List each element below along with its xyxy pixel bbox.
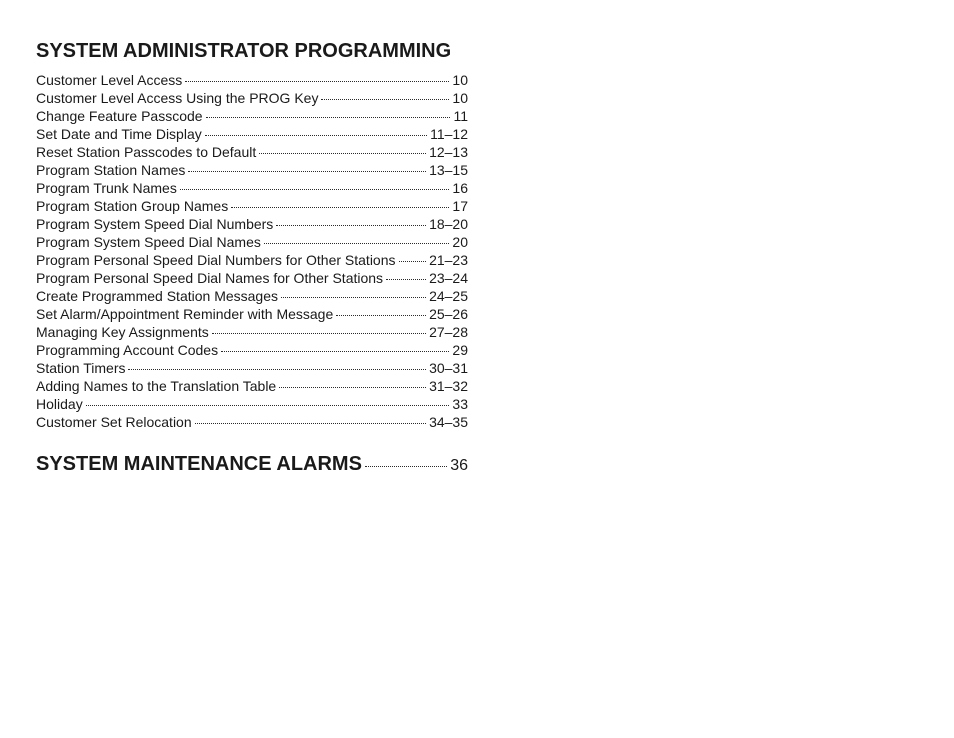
toc-title: Managing Key Assignments bbox=[36, 323, 209, 341]
toc-section: SYSTEM MAINTENANCE ALARMS 36 bbox=[36, 453, 918, 476]
section-heading: SYSTEM MAINTENANCE ALARMS bbox=[36, 453, 362, 476]
toc-leader bbox=[212, 333, 426, 334]
toc-title: Reset Station Passcodes to Default bbox=[36, 143, 256, 161]
toc-page: 34–35 bbox=[429, 413, 468, 431]
toc-title: Adding Names to the Translation Table bbox=[36, 377, 276, 395]
toc-page: 16 bbox=[452, 179, 468, 197]
toc-entry: Adding Names to the Translation Table 31… bbox=[36, 377, 468, 395]
toc-entry: Program Station Group Names 17 bbox=[36, 197, 468, 215]
toc-leader bbox=[279, 387, 426, 388]
toc-entry: Program Personal Speed Dial Numbers for … bbox=[36, 251, 468, 269]
toc-title: Program Station Names bbox=[36, 161, 185, 179]
toc-entry: Customer Level Access 10 bbox=[36, 71, 468, 89]
toc-entry: Set Date and Time Display 11–12 bbox=[36, 125, 468, 143]
toc-page: 33 bbox=[452, 395, 468, 413]
toc-page: 12–13 bbox=[429, 143, 468, 161]
toc-page: 20 bbox=[452, 233, 468, 251]
toc-page: 11 bbox=[453, 107, 468, 125]
toc-title: Program Personal Speed Dial Numbers for … bbox=[36, 251, 396, 269]
toc-page: 36 bbox=[450, 457, 468, 475]
toc-leader bbox=[128, 369, 426, 370]
toc-page: 21–23 bbox=[429, 251, 468, 269]
toc-title: Holiday bbox=[36, 395, 83, 413]
toc-leader bbox=[264, 243, 450, 244]
toc-section: SYSTEM ADMINISTRATOR PROGRAMMING Custome… bbox=[36, 40, 918, 431]
toc-leader bbox=[321, 99, 449, 100]
toc-title: Customer Level Access bbox=[36, 71, 182, 89]
toc-title: Set Alarm/Appointment Reminder with Mess… bbox=[36, 305, 333, 323]
toc-leader bbox=[231, 207, 449, 208]
toc-leader bbox=[336, 315, 426, 316]
toc-page: 30–31 bbox=[429, 359, 468, 377]
toc-page: 25–26 bbox=[429, 305, 468, 323]
toc-title: Customer Level Access Using the PROG Key bbox=[36, 89, 318, 107]
toc-entry: Customer Level Access Using the PROG Key… bbox=[36, 89, 468, 107]
toc-page: 10 bbox=[452, 71, 468, 89]
toc-leader bbox=[205, 135, 427, 136]
toc-entry: Program Trunk Names 16 bbox=[36, 179, 468, 197]
toc-leader bbox=[188, 171, 426, 172]
toc-title: Program System Speed Dial Numbers bbox=[36, 215, 273, 233]
toc-leader bbox=[180, 189, 450, 190]
toc-entry: Reset Station Passcodes to Default 12–13 bbox=[36, 143, 468, 161]
toc-entry: Customer Set Relocation 34–35 bbox=[36, 413, 468, 431]
toc-leader bbox=[386, 279, 426, 280]
toc-leader bbox=[276, 225, 426, 226]
toc-page: 17 bbox=[452, 197, 468, 215]
toc-title: Program Trunk Names bbox=[36, 179, 177, 197]
toc-title: Program Personal Speed Dial Names for Ot… bbox=[36, 269, 383, 287]
toc-page: 13–15 bbox=[429, 161, 468, 179]
toc-title: Program Station Group Names bbox=[36, 197, 228, 215]
toc-leader bbox=[281, 297, 426, 298]
toc-leader bbox=[259, 153, 426, 154]
toc-entry: Change Feature Passcode 11 bbox=[36, 107, 468, 125]
toc-leader bbox=[399, 261, 427, 262]
toc-page: SYSTEM ADMINISTRATOR PROGRAMMING Custome… bbox=[0, 0, 954, 534]
toc-entry: Program Station Names 13–15 bbox=[36, 161, 468, 179]
toc-leader bbox=[221, 351, 449, 352]
toc-page: 18–20 bbox=[429, 215, 468, 233]
toc-title: Customer Set Relocation bbox=[36, 413, 192, 431]
toc-entry: Create Programmed Station Messages 24–25 bbox=[36, 287, 468, 305]
toc-page: 23–24 bbox=[429, 269, 468, 287]
toc-page: 31–32 bbox=[429, 377, 468, 395]
toc-leader bbox=[365, 466, 447, 467]
toc-leader bbox=[195, 423, 426, 424]
toc-heading-entry: SYSTEM MAINTENANCE ALARMS 36 bbox=[36, 453, 468, 476]
toc-title: Set Date and Time Display bbox=[36, 125, 202, 143]
toc-title: Program System Speed Dial Names bbox=[36, 233, 261, 251]
toc-title: Create Programmed Station Messages bbox=[36, 287, 278, 305]
toc-page: 27–28 bbox=[429, 323, 468, 341]
toc-leader bbox=[206, 117, 451, 118]
toc-entry: Managing Key Assignments 27–28 bbox=[36, 323, 468, 341]
toc-page: 29 bbox=[452, 341, 468, 359]
toc-leader bbox=[86, 405, 450, 406]
toc-leader bbox=[185, 81, 449, 82]
toc-entry: Station Timers 30–31 bbox=[36, 359, 468, 377]
toc-title: Programming Account Codes bbox=[36, 341, 218, 359]
toc-entry: Programming Account Codes 29 bbox=[36, 341, 468, 359]
toc-title: Change Feature Passcode bbox=[36, 107, 203, 125]
section-heading: SYSTEM ADMINISTRATOR PROGRAMMING bbox=[36, 40, 918, 63]
toc-page: 11–12 bbox=[430, 125, 468, 143]
toc-page: 24–25 bbox=[429, 287, 468, 305]
toc-entry: Program System Speed Dial Names 20 bbox=[36, 233, 468, 251]
toc-title: Station Timers bbox=[36, 359, 125, 377]
toc-entry: Program System Speed Dial Numbers 18–20 bbox=[36, 215, 468, 233]
toc-page: 10 bbox=[452, 89, 468, 107]
toc-entry: Holiday 33 bbox=[36, 395, 468, 413]
toc-entry: Program Personal Speed Dial Names for Ot… bbox=[36, 269, 468, 287]
toc-entry: Set Alarm/Appointment Reminder with Mess… bbox=[36, 305, 468, 323]
